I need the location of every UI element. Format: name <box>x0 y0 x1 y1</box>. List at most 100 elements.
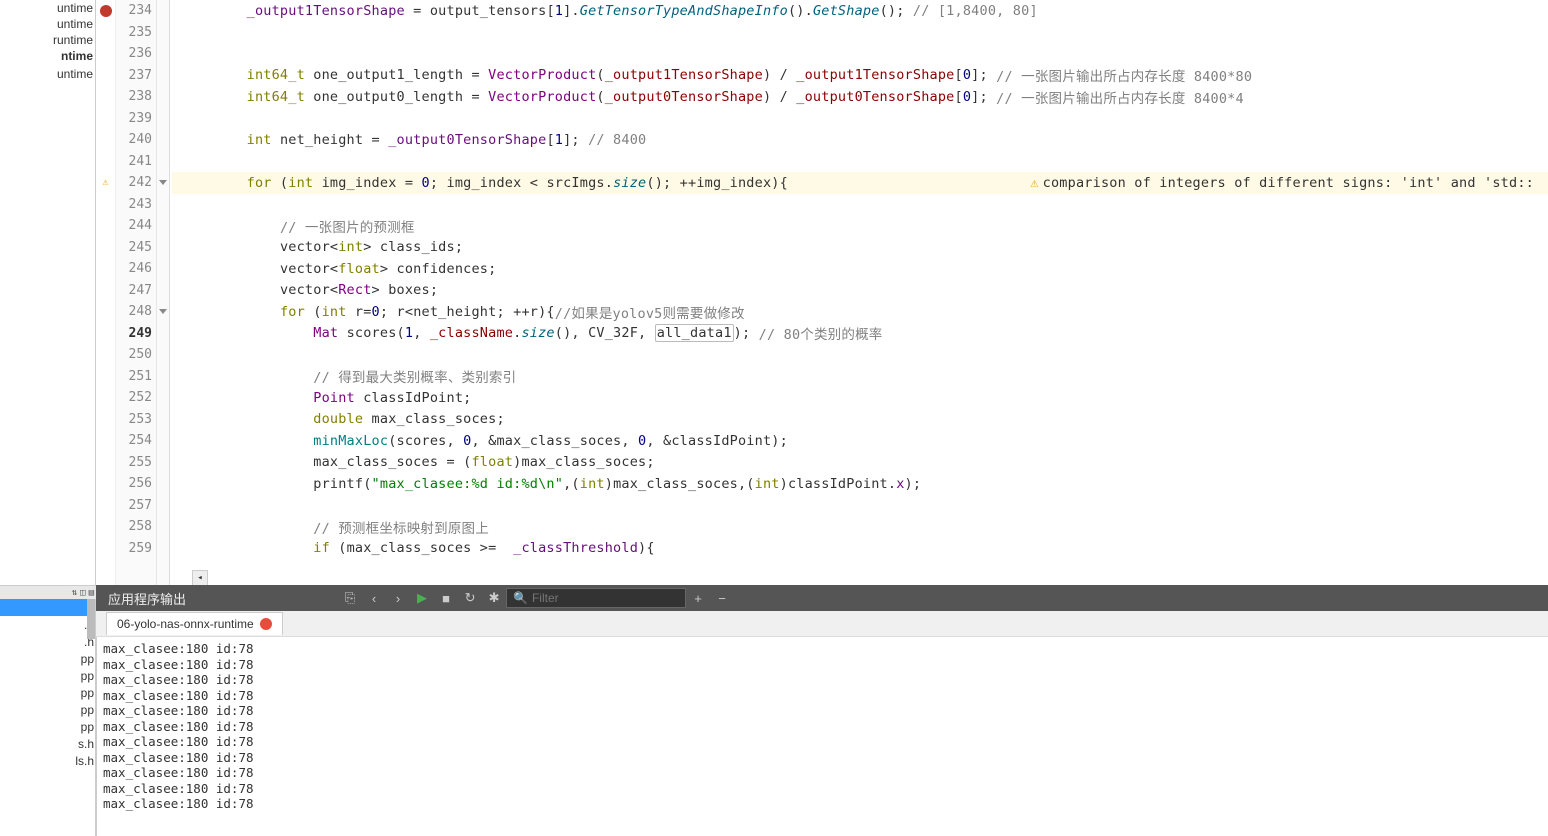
scroll-left-button[interactable]: ◂ <box>192 570 208 586</box>
code-line[interactable]: Point classIdPoint; <box>172 387 1548 409</box>
breakpoint-icon[interactable] <box>96 0 115 22</box>
open-doc-item[interactable]: pp <box>0 684 95 701</box>
line-number[interactable]: 239 <box>116 108 156 130</box>
line-number[interactable]: 240 <box>116 129 156 151</box>
remove-tab-icon[interactable]: − <box>711 587 733 609</box>
line-number[interactable]: 256 <box>116 473 156 495</box>
open-doc-item[interactable]: .h <box>0 633 95 650</box>
marker-slot[interactable] <box>96 237 115 259</box>
code-line[interactable]: for (int r=0; r<net_height; ++r){//如果是yo… <box>172 301 1548 323</box>
line-number[interactable]: 236 <box>116 43 156 65</box>
line-number[interactable]: 247 <box>116 280 156 302</box>
open-doc-item[interactable]: .h <box>0 616 95 633</box>
line-number[interactable]: 245 <box>116 237 156 259</box>
open-doc-item[interactable]: pp <box>0 718 95 735</box>
marker-slot[interactable] <box>96 43 115 65</box>
open-doc-item[interactable]: pp <box>0 701 95 718</box>
line-number[interactable]: 241 <box>116 151 156 173</box>
code-line[interactable]: vector<int> class_ids; <box>172 237 1548 259</box>
marker-slot[interactable] <box>96 430 115 452</box>
tree-item[interactable]: runtime <box>0 32 95 48</box>
code-line[interactable]: int64_t one_output0_length = VectorProdu… <box>172 86 1548 108</box>
marker-slot[interactable] <box>96 323 115 345</box>
stop-icon[interactable]: ■ <box>435 587 457 609</box>
marker-slot[interactable] <box>96 280 115 302</box>
code-line[interactable]: _output1TensorShape = output_tensors[1].… <box>172 0 1548 22</box>
line-number[interactable]: 255 <box>116 452 156 474</box>
inline-warning[interactable]: ⚠comparison of integers of different sig… <box>1026 175 1538 191</box>
line-number[interactable]: 253 <box>116 409 156 431</box>
filter-icon[interactable]: ▤ <box>89 588 94 598</box>
output-tab[interactable]: 06-yolo-nas-onnx-runtime <box>106 612 283 635</box>
next-icon[interactable]: › <box>387 587 409 609</box>
tree-item[interactable]: untime <box>0 0 95 16</box>
marker-slot[interactable] <box>96 151 115 173</box>
line-number-gutter[interactable]: 2342352362372382392402412422432442452462… <box>116 0 156 585</box>
line-number[interactable]: 243 <box>116 194 156 216</box>
code-area[interactable]: _output1TensorShape = output_tensors[1].… <box>170 0 1548 585</box>
marker-slot[interactable] <box>96 452 115 474</box>
split-icon[interactable]: ◫ <box>80 588 85 598</box>
fold-toggle[interactable] <box>157 172 169 194</box>
settings-icon[interactable]: ✱ <box>483 587 505 609</box>
line-number[interactable]: 246 <box>116 258 156 280</box>
marker-gutter[interactable]: ⚠ <box>96 0 116 585</box>
project-tree[interactable]: untimeuntimeruntimentimeuntime <box>0 0 96 585</box>
marker-slot[interactable] <box>96 344 115 366</box>
line-number[interactable]: 257 <box>116 495 156 517</box>
code-line[interactable]: if (max_class_soces >= _classThreshold){ <box>172 538 1548 560</box>
code-line[interactable] <box>172 22 1548 44</box>
line-number[interactable]: 238 <box>116 86 156 108</box>
tree-item[interactable]: untime <box>0 16 95 32</box>
line-number[interactable]: 254 <box>116 430 156 452</box>
code-line[interactable] <box>172 495 1548 517</box>
open-doc-item[interactable]: pp <box>0 650 95 667</box>
line-number[interactable]: 242 <box>116 172 156 194</box>
marker-slot[interactable] <box>96 301 115 323</box>
code-line[interactable] <box>172 43 1548 65</box>
code-line[interactable]: int net_height = _output0TensorShape[1];… <box>172 129 1548 151</box>
marker-slot[interactable] <box>96 366 115 388</box>
line-number[interactable]: 252 <box>116 387 156 409</box>
marker-slot[interactable] <box>96 473 115 495</box>
filter-input[interactable] <box>532 591 687 605</box>
marker-slot[interactable] <box>96 495 115 517</box>
code-line[interactable]: max_class_soces = (float)max_class_soces… <box>172 452 1548 474</box>
marker-slot[interactable] <box>96 409 115 431</box>
code-line[interactable]: vector<Rect> boxes; <box>172 280 1548 302</box>
marker-slot[interactable] <box>96 516 115 538</box>
warning-icon[interactable]: ⚠ <box>96 172 115 194</box>
line-number[interactable]: 237 <box>116 65 156 87</box>
scrollbar-thumb[interactable] <box>87 599 95 639</box>
horizontal-scrollbar[interactable]: ◂ <box>192 569 1548 585</box>
line-number[interactable]: 250 <box>116 344 156 366</box>
marker-slot[interactable] <box>96 387 115 409</box>
marker-slot[interactable] <box>96 215 115 237</box>
marker-slot[interactable] <box>96 129 115 151</box>
code-line[interactable] <box>172 108 1548 130</box>
line-number[interactable]: 258 <box>116 516 156 538</box>
line-number[interactable]: 235 <box>116 22 156 44</box>
open-doc-item[interactable]: s.h <box>0 735 95 752</box>
marker-slot[interactable] <box>96 194 115 216</box>
tree-item[interactable]: ntime <box>0 48 95 64</box>
output-console[interactable]: max_clasee:180 id:78max_clasee:180 id:78… <box>96 637 1548 836</box>
code-line[interactable]: double max_class_soces; <box>172 409 1548 431</box>
code-line[interactable]: vector<float> confidences; <box>172 258 1548 280</box>
fold-toggle[interactable] <box>157 301 169 323</box>
prev-icon[interactable]: ‹ <box>363 587 385 609</box>
marker-slot[interactable] <box>96 86 115 108</box>
line-number[interactable]: 234 <box>116 0 156 22</box>
code-line[interactable]: minMaxLoc(scores, 0, &max_class_soces, 0… <box>172 430 1548 452</box>
code-line[interactable]: // 一张图片的预测框 <box>172 215 1548 237</box>
line-number[interactable]: 248 <box>116 301 156 323</box>
code-line[interactable]: for (int img_index = 0; img_index < srcI… <box>172 172 1548 194</box>
line-number[interactable]: 259 <box>116 538 156 560</box>
code-line[interactable] <box>172 194 1548 216</box>
filter-box[interactable]: 🔍 <box>506 588 686 608</box>
line-number[interactable]: 249 <box>116 323 156 345</box>
open-doc-item[interactable]: p <box>0 599 95 616</box>
open-doc-item[interactable]: pp <box>0 667 95 684</box>
code-line[interactable]: // 得到最大类别概率、类别索引 <box>172 366 1548 388</box>
marker-slot[interactable] <box>96 538 115 560</box>
